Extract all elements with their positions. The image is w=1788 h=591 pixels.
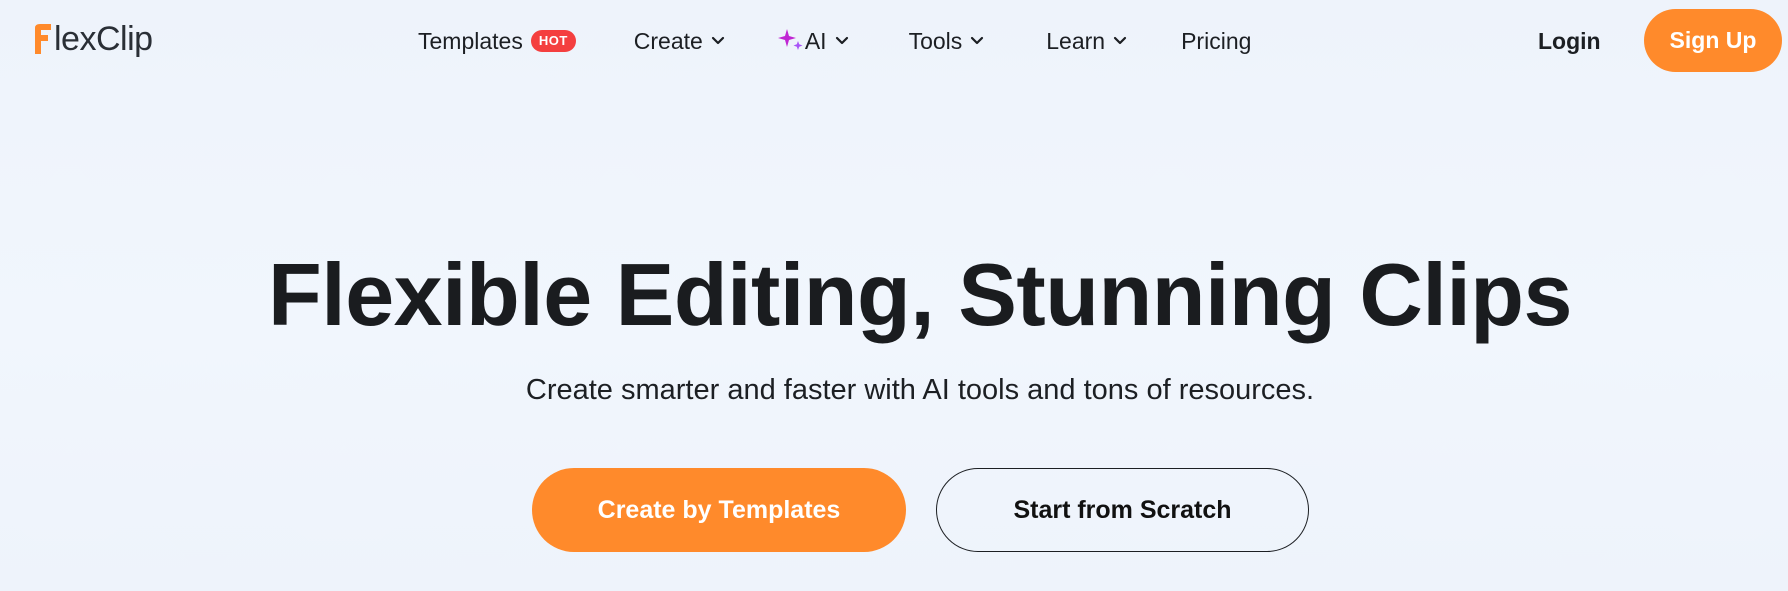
flexclip-logo-mark xyxy=(35,24,51,54)
flexclip-logo[interactable]: lexClip xyxy=(32,16,153,62)
nav-create[interactable]: Create xyxy=(634,28,725,55)
chevron-down-icon xyxy=(835,36,849,46)
login-link[interactable]: Login xyxy=(1538,28,1601,55)
nav-learn-label: Learn xyxy=(1046,27,1106,54)
nav-pricing-label: Pricing xyxy=(1181,27,1252,54)
chevron-down-icon xyxy=(970,36,984,46)
chevron-down-icon xyxy=(711,36,725,46)
create-by-templates-button[interactable]: Create by Templates xyxy=(532,468,906,552)
nav-learn[interactable]: Learn xyxy=(1046,28,1127,55)
hero-subtitle: Create smarter and faster with AI tools … xyxy=(525,374,1315,406)
hot-badge: HOT xyxy=(530,30,576,52)
sparkle-icon xyxy=(777,28,805,54)
start-from-scratch-button[interactable]: Start from Scratch xyxy=(936,468,1309,552)
nav-templates[interactable]: Templates HOT xyxy=(418,28,576,55)
nav-create-label: Create xyxy=(633,27,703,54)
logo-text: lexClip xyxy=(54,19,153,58)
signup-button[interactable]: Sign Up xyxy=(1644,9,1782,72)
nav-tools-label: Tools xyxy=(908,27,963,54)
nav-ai-label: AI xyxy=(804,27,827,54)
nav-templates-label: Templates xyxy=(418,27,523,54)
nav-tools[interactable]: Tools xyxy=(909,28,985,55)
main-nav: Templates HOT Create AI Tools Learn Pric… xyxy=(418,22,1251,60)
chevron-down-icon xyxy=(1113,36,1127,46)
nav-ai[interactable]: AI xyxy=(777,28,849,55)
hero-title: Flexible Editing, Stunning Clips xyxy=(268,245,1573,344)
nav-pricing[interactable]: Pricing xyxy=(1181,28,1251,55)
